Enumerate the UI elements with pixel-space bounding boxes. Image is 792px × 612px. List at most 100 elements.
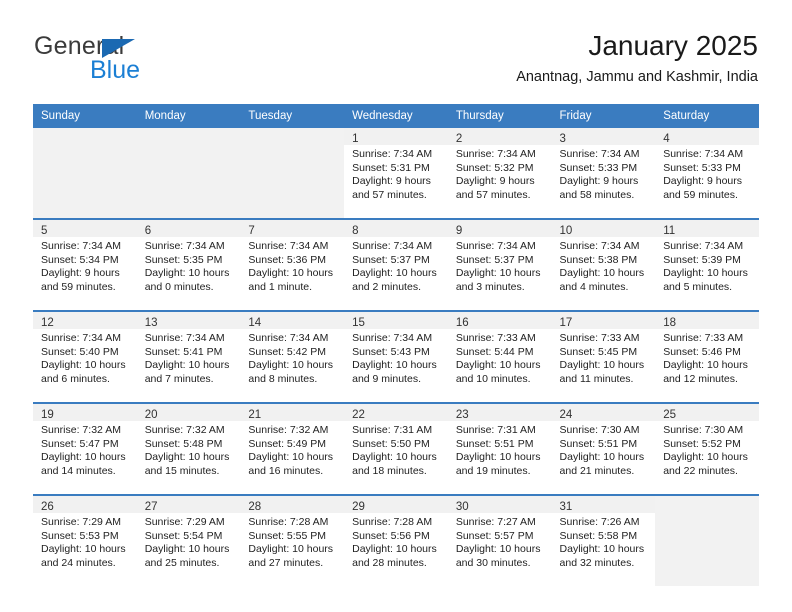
day-sun-info: Sunrise: 7:34 AM Sunset: 5:38 PM Daylight:… — [552, 237, 656, 294]
day-cell-content: 3 Sunrise: 7:34 AM Sunset: 5:33 PM Daylight… — [551, 128, 656, 218]
sunrise-text: Sunrise: 7:32 AM — [248, 424, 329, 436]
daylight-text-line1: Daylight: 10 hours — [41, 359, 126, 372]
daylight-text-line1: Daylight: 10 hours — [144, 267, 230, 280]
day-cell[interactable]: 24 Sunrise: 7:30 AM Sunset: 5:51 PM Dayligh… — [551, 402, 656, 495]
daylight-text-line1: Daylight: 9 hours — [663, 175, 743, 188]
daylight-text-line1: Daylight: 10 hours — [352, 543, 437, 556]
day-cell[interactable]: 22 Sunrise: 7:31 AM Sunset: 5:50 PM Dayligh… — [344, 402, 448, 495]
sunset-text: Sunset: 5:33 PM — [559, 161, 638, 174]
sunrise-text: Sunrise: 7:34 AM — [455, 240, 536, 252]
day-sun-info: Sunrise: 7:34 AM Sunset: 5:33 PM Daylight:… — [552, 145, 656, 202]
day-sun-info: Sunrise: 7:30 AM Sunset: 5:52 PM Daylight:… — [655, 421, 759, 478]
day-cell-content: 2 Sunrise: 7:34 AM Sunset: 5:32 PM Daylight… — [447, 128, 552, 218]
daylight-text-line1: Daylight: 10 hours — [559, 451, 645, 464]
day-cell[interactable]: 7 Sunrise: 7:34 AM Sunset: 5:36 PM Daylight… — [240, 218, 345, 311]
daylight-text-line2: and 1 minute. — [248, 280, 313, 293]
sunset-text: Sunset: 5:32 PM — [455, 161, 534, 174]
day-cell[interactable]: 6 Sunrise: 7:34 AM Sunset: 5:35 PM Daylight… — [136, 218, 241, 311]
sunset-text: Sunset: 5:51 PM — [455, 437, 534, 450]
day-number: 2 — [455, 133, 463, 145]
day-number: 28 — [248, 501, 262, 513]
day-cell[interactable]: 21 Sunrise: 7:32 AM Sunset: 5:49 PM Dayligh… — [240, 402, 345, 495]
day-cell[interactable]: 9 Sunrise: 7:34 AM Sunset: 5:37 PM Daylight… — [447, 218, 552, 311]
day-cell[interactable]: 1 Sunrise: 7:34 AM Sunset: 5:31 PM Daylight… — [344, 128, 448, 219]
day-cell[interactable]: 2 Sunrise: 7:34 AM Sunset: 5:32 PM Daylight… — [447, 128, 552, 219]
sunset-text: Sunset: 5:41 PM — [144, 345, 223, 358]
day-sun-info: Sunrise: 7:34 AM Sunset: 5:34 PM Daylight:… — [33, 237, 137, 294]
sunset-text: Sunset: 5:58 PM — [559, 529, 638, 542]
day-number-band: 9 — [447, 220, 552, 237]
day-cell[interactable]: 10 Sunrise: 7:34 AM Sunset: 5:38 PM Dayligh… — [551, 218, 656, 311]
daylight-text-line1: Daylight: 10 hours — [352, 267, 437, 280]
day-cell[interactable]: 4 Sunrise: 7:34 AM Sunset: 5:33 PM Daylight… — [655, 128, 759, 219]
daylight-text-line1: Daylight: 10 hours — [663, 451, 748, 464]
day-number: 16 — [455, 317, 469, 329]
weekday-header-monday: Monday — [136, 104, 241, 128]
day-cell[interactable]: 23 Sunrise: 7:31 AM Sunset: 5:51 PM Dayligh… — [447, 402, 552, 495]
daylight-text-line2: and 11 minutes. — [559, 372, 634, 385]
day-cell[interactable]: 11 Sunrise: 7:34 AM Sunset: 5:39 PM Dayligh… — [655, 218, 759, 311]
day-cell[interactable]: 26 Sunrise: 7:29 AM Sunset: 5:53 PM Dayligh… — [33, 494, 137, 586]
sunset-text: Sunset: 5:42 PM — [248, 345, 327, 358]
day-cell[interactable]: 29 Sunrise: 7:28 AM Sunset: 5:56 PM Dayligh… — [344, 494, 448, 586]
sunset-text: Sunset: 5:48 PM — [144, 437, 223, 450]
daylight-text-line1: Daylight: 10 hours — [559, 359, 645, 372]
day-cell[interactable]: 13 Sunrise: 7:34 AM Sunset: 5:41 PM Dayligh… — [136, 310, 241, 403]
day-cell[interactable]: 19 Sunrise: 7:32 AM Sunset: 5:47 PM Dayligh… — [33, 402, 137, 495]
daylight-text-line1: Daylight: 10 hours — [248, 267, 334, 280]
day-number: 21 — [248, 409, 262, 421]
day-number-band: 5 — [33, 220, 137, 237]
day-cell[interactable]: 27 Sunrise: 7:29 AM Sunset: 5:54 PM Dayligh… — [136, 494, 241, 586]
daylight-text-line2: and 19 minutes. — [455, 464, 531, 477]
day-cell[interactable]: 5 Sunrise: 7:34 AM Sunset: 5:34 PM Daylight… — [33, 218, 137, 311]
day-cell-content: 31 Sunrise: 7:26 AM Sunset: 5:58 PM Dayligh… — [551, 496, 656, 586]
day-cell[interactable]: 16 Sunrise: 7:33 AM Sunset: 5:44 PM Dayligh… — [447, 310, 552, 403]
day-cell-content: 10 Sunrise: 7:34 AM Sunset: 5:38 PM Dayligh… — [551, 220, 656, 310]
day-sun-info: Sunrise: 7:34 AM Sunset: 5:35 PM Daylight:… — [137, 237, 241, 294]
day-cell-content: 4 Sunrise: 7:34 AM Sunset: 5:33 PM Daylight… — [655, 128, 759, 218]
day-number: 8 — [352, 225, 359, 237]
sunset-text: Sunset: 5:44 PM — [455, 345, 534, 358]
day-cell-content: 26 Sunrise: 7:29 AM Sunset: 5:53 PM Dayligh… — [33, 496, 137, 586]
sunrise-text: Sunrise: 7:30 AM — [559, 424, 640, 436]
day-cell[interactable]: 30 Sunrise: 7:27 AM Sunset: 5:57 PM Dayligh… — [447, 494, 552, 586]
weekday-header-friday: Friday — [551, 104, 656, 128]
daylight-text-line1: Daylight: 10 hours — [144, 451, 230, 464]
empty-day-placeholder — [240, 128, 345, 218]
calendar-grid: Sunday Monday Tuesday Wednesday Thursday… — [33, 104, 759, 586]
daylight-text-line2: and 59 minutes. — [41, 280, 116, 293]
day-number: 31 — [559, 501, 573, 513]
daylight-text-line2: and 25 minutes. — [144, 556, 220, 569]
day-cell[interactable]: 28 Sunrise: 7:28 AM Sunset: 5:55 PM Dayligh… — [240, 494, 345, 586]
day-number: 3 — [559, 133, 566, 145]
daylight-text-line1: Daylight: 10 hours — [455, 451, 541, 464]
general-blue-logo[interactable]: General Blue — [34, 34, 264, 90]
day-cell[interactable]: 3 Sunrise: 7:34 AM Sunset: 5:33 PM Daylight… — [551, 128, 656, 219]
day-number: 30 — [455, 501, 469, 513]
day-number-band: 17 — [551, 312, 656, 329]
day-cell[interactable]: 8 Sunrise: 7:34 AM Sunset: 5:37 PM Daylight… — [344, 218, 448, 311]
sunset-text: Sunset: 5:51 PM — [559, 437, 638, 450]
day-cell[interactable]: 20 Sunrise: 7:32 AM Sunset: 5:48 PM Dayligh… — [136, 402, 241, 495]
day-number: 14 — [248, 317, 262, 329]
daylight-text-line1: Daylight: 10 hours — [455, 267, 541, 280]
day-cell[interactable]: 25 Sunrise: 7:30 AM Sunset: 5:52 PM Dayligh… — [655, 402, 759, 495]
day-cell-content: 18 Sunrise: 7:33 AM Sunset: 5:46 PM Dayligh… — [655, 312, 759, 402]
sunset-text: Sunset: 5:31 PM — [352, 161, 430, 174]
day-cell[interactable]: 12 Sunrise: 7:34 AM Sunset: 5:40 PM Dayligh… — [33, 310, 137, 403]
day-cell[interactable]: 17 Sunrise: 7:33 AM Sunset: 5:45 PM Dayligh… — [551, 310, 656, 403]
weekday-header-saturday: Saturday — [655, 104, 759, 128]
day-number: 4 — [663, 133, 670, 145]
day-cell[interactable]: 14 Sunrise: 7:34 AM Sunset: 5:42 PM Dayligh… — [240, 310, 345, 403]
sunrise-text: Sunrise: 7:34 AM — [41, 332, 121, 344]
sunrise-text: Sunrise: 7:34 AM — [248, 332, 329, 344]
sunrise-text: Sunrise: 7:32 AM — [41, 424, 121, 436]
day-cell[interactable]: 15 Sunrise: 7:34 AM Sunset: 5:43 PM Dayligh… — [344, 310, 448, 403]
day-cell[interactable]: 31 Sunrise: 7:26 AM Sunset: 5:58 PM Dayligh… — [551, 494, 656, 586]
day-sun-info: Sunrise: 7:34 AM Sunset: 5:32 PM Daylight:… — [448, 145, 552, 202]
day-cell[interactable]: 18 Sunrise: 7:33 AM Sunset: 5:46 PM Dayligh… — [655, 310, 759, 403]
day-sun-info: Sunrise: 7:29 AM Sunset: 5:54 PM Daylight:… — [137, 513, 241, 570]
day-number-band: 10 — [551, 220, 656, 237]
sunrise-text: Sunrise: 7:34 AM — [144, 332, 225, 344]
sunrise-text: Sunrise: 7:34 AM — [41, 240, 121, 252]
